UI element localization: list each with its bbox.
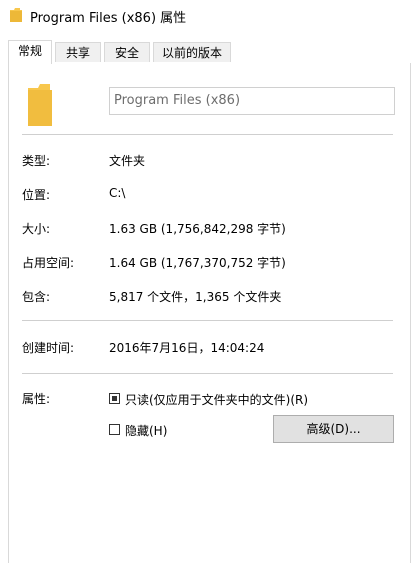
divider xyxy=(22,373,393,374)
created-label: 创建时间: xyxy=(22,341,75,355)
tab-general[interactable]: 常规 xyxy=(8,40,52,64)
readonly-checkbox[interactable] xyxy=(109,393,120,404)
readonly-label: 只读(仅应用于文件夹中的文件)(R) xyxy=(125,393,309,407)
type-value: 文件夹 xyxy=(109,154,146,168)
tab-previous-versions[interactable]: 以前的版本 xyxy=(153,42,231,62)
folder-name-field[interactable]: Program Files (x86) xyxy=(109,87,395,115)
general-panel xyxy=(8,63,411,563)
contains-label: 包含: xyxy=(22,290,51,304)
hidden-checkbox[interactable] xyxy=(109,424,120,435)
contains-value: 5,817 个文件，1,365 个文件夹 xyxy=(109,290,282,304)
attributes-label: 属性: xyxy=(22,392,51,406)
tab-label: 共享 xyxy=(65,46,90,60)
tab-label: 以前的版本 xyxy=(161,46,222,60)
title-bar: Program Files (x86) 属性 xyxy=(0,0,419,30)
divider xyxy=(22,134,393,135)
size-on-disk-value: 1.64 GB (1,767,370,752 字节) xyxy=(109,256,286,270)
created-value: 2016年7月16日，14:04:24 xyxy=(109,341,265,355)
hidden-label: 隐藏(H) xyxy=(125,424,168,438)
size-value: 1.63 GB (1,756,842,298 字节) xyxy=(109,222,286,236)
tab-sharing[interactable]: 共享 xyxy=(55,42,101,62)
tab-label: 安全 xyxy=(114,46,139,60)
size-on-disk-label: 占用空间: xyxy=(22,256,75,270)
location-label: 位置: xyxy=(22,188,51,202)
folder-icon xyxy=(28,84,52,126)
tab-strip: 常规 共享 安全 以前的版本 xyxy=(8,40,411,64)
location-value: C:\ xyxy=(109,186,126,200)
type-label: 类型: xyxy=(22,154,51,168)
size-label: 大小: xyxy=(22,222,51,236)
tab-label: 常规 xyxy=(17,44,42,58)
tab-security[interactable]: 安全 xyxy=(104,42,150,62)
advanced-button[interactable]: 高级(D)... xyxy=(273,415,394,443)
window-title: Program Files (x86) 属性 xyxy=(30,11,187,26)
divider xyxy=(22,320,393,321)
folder-icon xyxy=(10,8,22,22)
